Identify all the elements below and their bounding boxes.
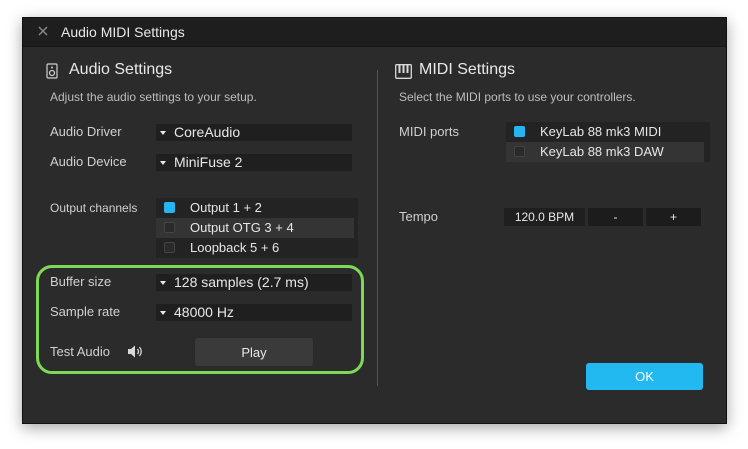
checkbox-checked[interactable] (164, 202, 175, 213)
audio-driver-value: CoreAudio (174, 124, 241, 140)
midi-ports-list: KeyLab 88 mk3 MIDI KeyLab 88 mk3 DAW (506, 122, 710, 162)
output-channel-label: Loopback 5 + 6 (190, 240, 280, 255)
audio-settings-subtitle: Adjust the audio settings to your setup. (50, 90, 257, 104)
midi-port-row[interactable]: KeyLab 88 mk3 MIDI (506, 122, 710, 142)
audio-settings-title: Audio Settings (69, 61, 173, 78)
highlight-outline (36, 265, 364, 374)
output-channel-row[interactable]: Output OTG 3 + 4 (156, 218, 354, 238)
window-title: Audio MIDI Settings (61, 24, 185, 40)
tempo-decrease-button[interactable]: - (588, 208, 643, 226)
midi-ports-label: MIDI ports (399, 124, 459, 139)
piano-keys-icon (395, 64, 412, 79)
output-channel-label: Output 1 + 2 (190, 200, 262, 215)
checkbox-unchecked[interactable] (164, 222, 175, 233)
midi-settings-subtitle: Select the MIDI ports to use your contro… (399, 90, 636, 104)
midi-port-row[interactable]: KeyLab 88 mk3 DAW (506, 142, 704, 162)
audio-midi-settings-window: Audio MIDI Settings Audio Settings Adjus… (22, 17, 727, 424)
audio-driver-dropdown[interactable]: CoreAudio (156, 124, 352, 141)
output-channel-row[interactable]: Output 1 + 2 (156, 198, 358, 218)
speaker-icon (46, 63, 58, 79)
checkbox-unchecked[interactable] (514, 146, 525, 157)
title-bar: Audio MIDI Settings (23, 18, 726, 47)
audio-device-dropdown[interactable]: MiniFuse 2 (156, 154, 352, 171)
audio-device-value: MiniFuse 2 (174, 154, 243, 170)
audio-driver-label: Audio Driver (50, 124, 122, 139)
checkbox-unchecked[interactable] (164, 242, 175, 253)
checkbox-checked[interactable] (514, 126, 525, 137)
tempo-increase-button[interactable]: + (646, 208, 701, 226)
midi-port-label: KeyLab 88 mk3 MIDI (540, 124, 662, 139)
midi-port-label: KeyLab 88 mk3 DAW (540, 144, 664, 159)
ok-button[interactable]: OK (586, 363, 703, 390)
close-icon[interactable] (35, 23, 51, 39)
tempo-field[interactable]: 120.0 BPM (504, 208, 585, 226)
chevron-down-icon (160, 131, 166, 135)
output-channel-row[interactable]: Loopback 5 + 6 (156, 238, 358, 258)
output-channels-label: Output channels (50, 201, 138, 215)
output-channel-label: Output OTG 3 + 4 (190, 220, 294, 235)
midi-settings-title: MIDI Settings (419, 61, 516, 78)
chevron-down-icon (160, 161, 166, 165)
section-divider (377, 70, 378, 386)
output-channels-list: Output 1 + 2 Output OTG 3 + 4 Loopback 5… (156, 198, 358, 258)
audio-device-label: Audio Device (50, 154, 127, 169)
tempo-label: Tempo (399, 209, 439, 224)
